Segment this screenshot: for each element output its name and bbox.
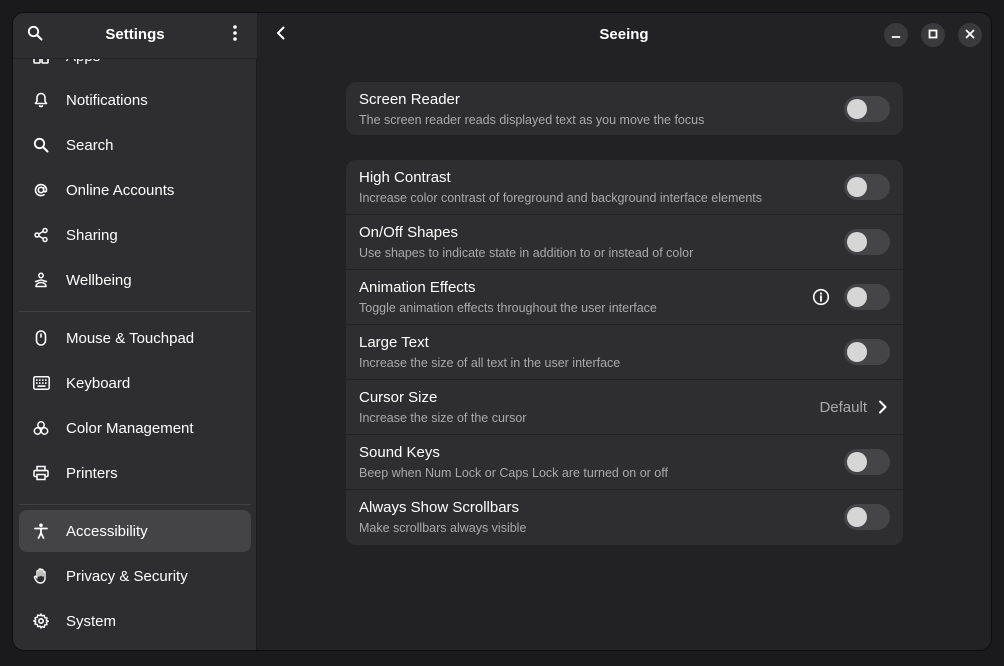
large-text-switch[interactable] xyxy=(844,339,890,365)
gear-icon xyxy=(32,612,50,630)
sidebar-divider xyxy=(19,504,251,505)
animation-effects-row[interactable]: Animation Effects Toggle animation effec… xyxy=(346,270,903,325)
sidebar-item-accessibility[interactable]: Accessibility xyxy=(19,510,251,552)
sidebar-item-label: Accessibility xyxy=(66,522,148,540)
sidebar-item-label: Wellbeing xyxy=(66,271,132,289)
close-button[interactable] xyxy=(958,23,982,47)
sidebar-list: Apps Notifications Search Online Account… xyxy=(13,13,257,650)
row-subtitle: Increase the size of the cursor xyxy=(359,411,527,425)
kebab-menu-icon xyxy=(232,24,238,47)
row-title: Screen Reader xyxy=(359,91,460,108)
sidebar: Apps Notifications Search Online Account… xyxy=(13,13,257,650)
row-subtitle: Increase the size of all text in the use… xyxy=(359,356,621,370)
hand-icon xyxy=(32,567,50,585)
main-header: Seeing xyxy=(257,13,991,59)
sidebar-item-label: Online Accounts xyxy=(66,181,175,199)
always-show-scrollbars-row[interactable]: Always Show Scrollbars Make scrollbars a… xyxy=(346,490,903,545)
wellbeing-icon xyxy=(32,271,50,289)
seeing-options-card: High Contrast Increase color contrast of… xyxy=(346,160,903,545)
row-subtitle: Increase color contrast of foreground an… xyxy=(359,191,763,205)
maximize-button[interactable] xyxy=(921,23,945,47)
sidebar-divider xyxy=(19,311,251,312)
sidebar-item-color-management[interactable]: Color Management xyxy=(19,407,251,449)
sound-keys-switch[interactable] xyxy=(844,449,890,475)
switch-knob xyxy=(847,177,867,197)
sidebar-item-search[interactable]: Search xyxy=(19,124,251,166)
switch-knob xyxy=(847,342,867,362)
minimize-button[interactable] xyxy=(884,23,908,47)
sidebar-item-label: Keyboard xyxy=(66,374,131,392)
color-icon xyxy=(32,419,50,437)
sidebar-item-online-accounts[interactable]: Online Accounts xyxy=(19,169,251,211)
row-subtitle: The screen reader reads displayed text a… xyxy=(359,113,705,127)
sidebar-item-label: System xyxy=(66,612,117,630)
sidebar-header: Settings xyxy=(13,13,257,59)
row-title: Cursor Size xyxy=(359,389,438,406)
on-off-shapes-row[interactable]: On/Off Shapes Use shapes to indicate sta… xyxy=(346,215,903,270)
always-show-scrollbars-switch[interactable] xyxy=(844,504,890,530)
row-title: Large Text xyxy=(359,334,429,351)
sidebar-item-label: Notifications xyxy=(66,91,148,109)
settings-window: Apps Notifications Search Online Account… xyxy=(12,12,992,651)
cursor-size-row[interactable]: Cursor Size Increase the size of the cur… xyxy=(346,380,903,435)
sidebar-item-label: Mouse & Touchpad xyxy=(66,329,195,347)
chevron-right-icon xyxy=(875,400,889,414)
high-contrast-switch[interactable] xyxy=(844,174,890,200)
switch-knob xyxy=(847,452,867,472)
main-content: Seeing Screen Reader The screen reader r… xyxy=(257,13,991,650)
sidebar-item-wellbeing[interactable]: Wellbeing xyxy=(19,259,251,301)
close-icon xyxy=(965,26,975,44)
row-title: Animation Effects xyxy=(359,279,476,296)
sidebar-item-label: Color Management xyxy=(66,419,194,437)
sidebar-item-mouse-touchpad[interactable]: Mouse & Touchpad xyxy=(19,317,251,359)
row-subtitle: Beep when Num Lock or Caps Lock are turn… xyxy=(359,466,668,480)
sidebar-item-printers[interactable]: Printers xyxy=(19,452,251,494)
row-title: Always Show Scrollbars xyxy=(359,499,520,516)
sidebar-item-label: Search xyxy=(66,136,114,154)
row-subtitle: Make scrollbars always visible xyxy=(359,521,527,535)
switch-knob xyxy=(847,507,867,527)
sidebar-item-sharing[interactable]: Sharing xyxy=(19,214,251,256)
screen-reader-row[interactable]: Screen Reader The screen reader reads di… xyxy=(346,82,903,135)
row-title: Sound Keys xyxy=(359,444,440,461)
cursor-size-value: Default xyxy=(819,399,867,416)
switch-knob xyxy=(847,99,867,119)
info-icon[interactable] xyxy=(812,288,830,306)
switch-knob xyxy=(847,287,867,307)
switch-knob xyxy=(847,232,867,252)
maximize-icon xyxy=(928,26,938,44)
search-icon xyxy=(32,136,50,154)
sidebar-item-notifications[interactable]: Notifications xyxy=(19,79,251,121)
sidebar-item-keyboard[interactable]: Keyboard xyxy=(19,362,251,404)
sidebar-item-label: Sharing xyxy=(66,226,118,244)
minimize-icon xyxy=(891,26,901,44)
large-text-row[interactable]: Large Text Increase the size of all text… xyxy=(346,325,903,380)
row-subtitle: Use shapes to indicate state in addition… xyxy=(359,246,694,260)
animation-effects-switch[interactable] xyxy=(844,284,890,310)
screen-reader-switch[interactable] xyxy=(844,96,890,122)
sidebar-item-label: Printers xyxy=(66,464,118,482)
keyboard-icon xyxy=(32,374,50,392)
row-title: High Contrast xyxy=(359,169,451,186)
share-icon xyxy=(32,226,50,244)
sidebar-item-label: Privacy & Security xyxy=(66,567,188,585)
accessibility-icon xyxy=(32,522,50,540)
printer-icon xyxy=(32,464,50,482)
page-title: Seeing xyxy=(599,26,649,43)
high-contrast-row[interactable]: High Contrast Increase color contrast of… xyxy=(346,160,903,215)
bell-icon xyxy=(32,91,50,109)
mouse-icon xyxy=(32,329,50,347)
sidebar-item-privacy-security[interactable]: Privacy & Security xyxy=(19,555,251,597)
row-title: On/Off Shapes xyxy=(359,224,458,241)
screen-reader-card: Screen Reader The screen reader reads di… xyxy=(346,82,903,135)
sidebar-item-system[interactable]: System xyxy=(19,600,251,642)
main-menu-button[interactable] xyxy=(221,21,249,49)
row-subtitle: Toggle animation effects throughout the … xyxy=(359,301,657,315)
at-icon xyxy=(32,181,50,199)
sound-keys-row[interactable]: Sound Keys Beep when Num Lock or Caps Lo… xyxy=(346,435,903,490)
on-off-shapes-switch[interactable] xyxy=(844,229,890,255)
